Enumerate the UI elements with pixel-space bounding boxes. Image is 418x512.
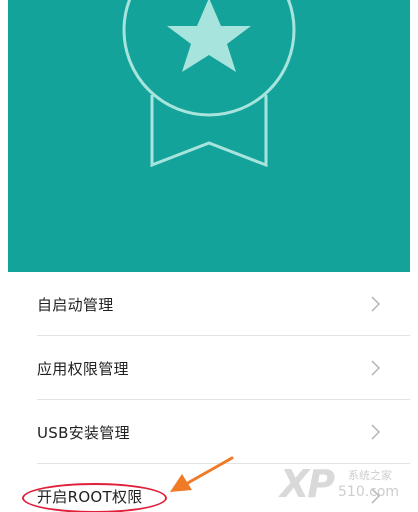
pointer-arrow-icon [170,456,234,492]
watermark-logo: XP [280,462,335,506]
watermark: XP 系统之家 510.com [278,462,418,512]
watermark-site-name: 系统之家 [348,469,392,482]
watermark-url: 510.com [338,484,400,500]
screen: 自启动管理 应用权限管理 USB安装管理 开启ROOT权限 XP 系统之家 51… [0,0,418,512]
